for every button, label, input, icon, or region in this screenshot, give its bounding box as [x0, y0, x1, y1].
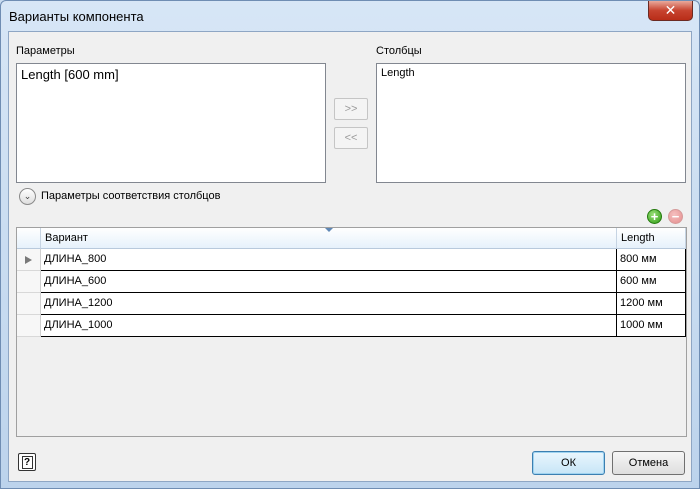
table-cell-variant[interactable]: ДЛИНА_1200 [41, 293, 617, 315]
chevron-down-icon[interactable]: ⌄ [19, 188, 36, 205]
columns-list-item[interactable]: Length [381, 67, 415, 79]
row-header[interactable] [17, 249, 41, 271]
remove-row-icon[interactable]: − [668, 209, 683, 224]
table-corner-header[interactable] [17, 228, 41, 249]
table-cell-length[interactable]: 1200 мм [617, 293, 686, 315]
title-bar: Варианты компонента ✕ [1, 1, 699, 31]
columns-label: Столбцы [376, 45, 422, 57]
table-cell-variant[interactable]: ДЛИНА_800 [41, 249, 617, 271]
row-header[interactable] [17, 271, 41, 293]
parameters-list-item[interactable]: Length [600 mm] [21, 67, 119, 82]
help-icon: ? [21, 456, 33, 469]
add-column-button[interactable]: >> [334, 98, 368, 120]
columns-list[interactable]: Length [376, 63, 686, 183]
cancel-button[interactable]: Отмена [612, 451, 685, 475]
parameters-label: Параметры [16, 45, 75, 57]
help-button[interactable]: ? [18, 453, 36, 471]
row-header[interactable] [17, 315, 41, 337]
close-icon: ✕ [664, 2, 677, 18]
row-header[interactable] [17, 293, 41, 315]
close-button[interactable]: ✕ [648, 1, 693, 21]
ok-button[interactable]: ОК [532, 451, 605, 475]
parameters-list[interactable]: Length [600 mm] [16, 63, 326, 183]
table-cell-variant[interactable]: ДЛИНА_600 [41, 271, 617, 293]
dialog-client-area: Параметры Length [600 mm] >> << Столбцы … [8, 31, 692, 482]
table-cell-variant[interactable]: ДЛИНА_1000 [41, 315, 617, 337]
window-title: Варианты компонента [9, 9, 144, 24]
table-cell-length[interactable]: 600 мм [617, 271, 686, 293]
dialog-window: Варианты компонента ✕ Параметры Length [… [0, 0, 700, 489]
column-mapping-label: Параметры соответствия столбцов [41, 190, 221, 202]
sort-caret-icon [325, 228, 333, 232]
column-header-length[interactable]: Length [617, 228, 686, 249]
current-row-icon [25, 256, 32, 264]
table-cell-length[interactable]: 1000 мм [617, 315, 686, 337]
variants-table: Вариант Length ДЛИНА_800 800 мм ДЛИНА_60… [16, 227, 687, 437]
remove-column-button[interactable]: << [334, 127, 368, 149]
add-row-icon[interactable]: + [647, 209, 662, 224]
table-cell-length[interactable]: 800 мм [617, 249, 686, 271]
